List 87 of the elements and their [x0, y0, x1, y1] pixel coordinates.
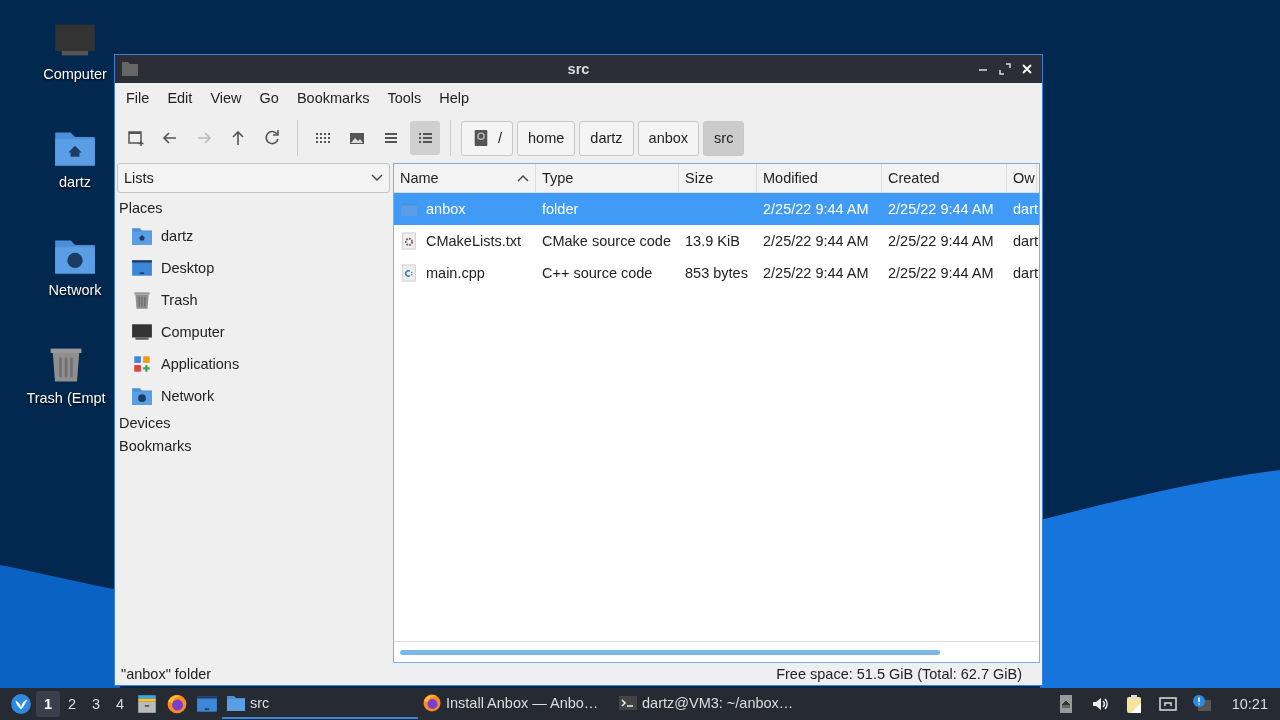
- task-button[interactable]: src: [222, 689, 418, 719]
- column-header[interactable]: Size: [679, 164, 757, 192]
- table-cell: 13.9 KiB: [685, 233, 740, 249]
- column-header[interactable]: Created: [882, 164, 1007, 192]
- notification-icon: [1191, 694, 1212, 714]
- table-cell: main.cpp: [426, 265, 485, 281]
- table-cell: CMake source code: [542, 233, 671, 249]
- sidebar-item[interactable]: Network: [117, 380, 390, 412]
- sidebar-dropdown[interactable]: Lists: [117, 163, 390, 193]
- path-button[interactable]: home: [517, 120, 576, 156]
- trash-icon: [131, 289, 153, 311]
- sidebar-item[interactable]: Desktop: [117, 252, 390, 284]
- table-cell: 2/25/22 9:44 AM: [763, 233, 869, 249]
- menu-item[interactable]: Edit: [158, 86, 202, 110]
- code-file-icon: [400, 264, 418, 282]
- sidebar-item[interactable]: Applications: [117, 348, 390, 380]
- path-button[interactable]: dartz: [579, 120, 634, 156]
- desktop-icon-label[interactable]: Trash (Empt: [26, 390, 106, 406]
- table-cell: C++ source code: [542, 265, 653, 281]
- workspace-button[interactable]: 2: [60, 691, 84, 717]
- table-cell: 2/25/22 9:44 AM: [888, 201, 994, 217]
- menu-item[interactable]: View: [201, 86, 251, 110]
- table-cell: dart: [1013, 201, 1038, 217]
- workspace-button[interactable]: 4: [108, 691, 132, 717]
- sidebar-section-header[interactable]: Devices: [117, 412, 390, 435]
- column-header[interactable]: Type: [536, 164, 679, 192]
- desktop-icon: [196, 693, 218, 715]
- gear-file-icon: [400, 232, 418, 250]
- file-cabinet-icon: [136, 693, 158, 715]
- terminal-icon: [618, 693, 638, 713]
- menu-item[interactable]: Help: [430, 86, 479, 110]
- menu-item[interactable]: Tools: [378, 86, 431, 110]
- clock[interactable]: 10:21: [1231, 696, 1268, 712]
- browser-icon: [166, 693, 188, 715]
- table-cell: CMakeLists.txt: [426, 233, 522, 249]
- chevron-down-icon: [371, 174, 383, 182]
- applications-icon: [131, 353, 153, 375]
- browser-icon: [422, 693, 442, 713]
- path-button[interactable]: anbox: [637, 120, 700, 156]
- sidebar-item[interactable]: Trash: [117, 284, 390, 316]
- desktop-icon: [131, 257, 153, 279]
- workspace-button[interactable]: 3: [84, 691, 108, 717]
- network-folder-icon: [131, 385, 153, 407]
- new-tab-icon: [126, 128, 146, 148]
- drive-icon: [472, 129, 490, 147]
- table-cell: 2/25/22 9:44 AM: [888, 233, 994, 249]
- folder-icon: [400, 200, 418, 218]
- sidebar-item[interactable]: dartz: [117, 220, 390, 252]
- menu-item[interactable]: Bookmarks: [287, 86, 379, 110]
- task-button[interactable]: dartz@VM3: ~/anbox…: [614, 689, 804, 719]
- table-cell: dart: [1013, 265, 1038, 281]
- sidebar-item[interactable]: Computer: [117, 316, 390, 348]
- file-row[interactable]: CMakeLists.txt CMake source code 13.9 KiB 2/25/22 9:44 AM 2/25/22 9:44 AM dart: [394, 225, 1039, 257]
- details-view-button[interactable]: [410, 121, 440, 155]
- status-text: "anbox" folder: [121, 666, 212, 682]
- column-header[interactable]: Name: [394, 164, 536, 192]
- desktop-icon-label[interactable]: Network: [48, 282, 102, 298]
- workspace-button[interactable]: 1: [36, 691, 60, 717]
- sidebar-section-header[interactable]: Places: [117, 197, 390, 220]
- free-space-text: Free space: 51.5 GiB (Total: 62.7 GiB): [776, 666, 1022, 682]
- home-folder-icon: [131, 225, 153, 247]
- monitor-icon: [131, 321, 153, 343]
- folder-icon: [121, 61, 139, 77]
- column-header[interactable]: Modified: [757, 164, 882, 192]
- desktop-icon-label[interactable]: Computer: [43, 66, 107, 82]
- sidebar-section-header[interactable]: Bookmarks: [117, 435, 390, 458]
- table-cell: 2/25/22 9:44 AM: [763, 265, 869, 281]
- path-button[interactable]: /: [461, 120, 514, 156]
- table-cell: anbox: [426, 201, 466, 217]
- path-button[interactable]: src: [703, 120, 745, 156]
- menu-item[interactable]: Go: [250, 86, 288, 110]
- bird-logo-icon: [10, 693, 32, 715]
- maximize-icon[interactable]: [996, 60, 1014, 78]
- window-title: src: [567, 61, 590, 77]
- file-row[interactable]: main.cpp C++ source code 853 bytes 2/25/22 9:44 AM 2/25/22 9:44 AM dart: [394, 257, 1039, 289]
- table-cell: 2/25/22 9:44 AM: [888, 265, 994, 281]
- task-button[interactable]: Install Anbox — Anbo…: [418, 689, 614, 719]
- column-header[interactable]: Ow: [1007, 164, 1037, 192]
- desktop-icon-label[interactable]: dartz: [58, 174, 92, 190]
- scrollbar[interactable]: [400, 649, 940, 655]
- table-cell: dart: [1013, 233, 1038, 249]
- table-cell: 2/25/22 9:44 AM: [763, 201, 869, 217]
- table-cell: folder: [542, 201, 579, 217]
- table-cell: 853 bytes: [685, 265, 748, 281]
- folder-icon: [226, 693, 246, 713]
- ethernet-icon: [1157, 694, 1178, 714]
- menu-item[interactable]: File: [117, 86, 159, 110]
